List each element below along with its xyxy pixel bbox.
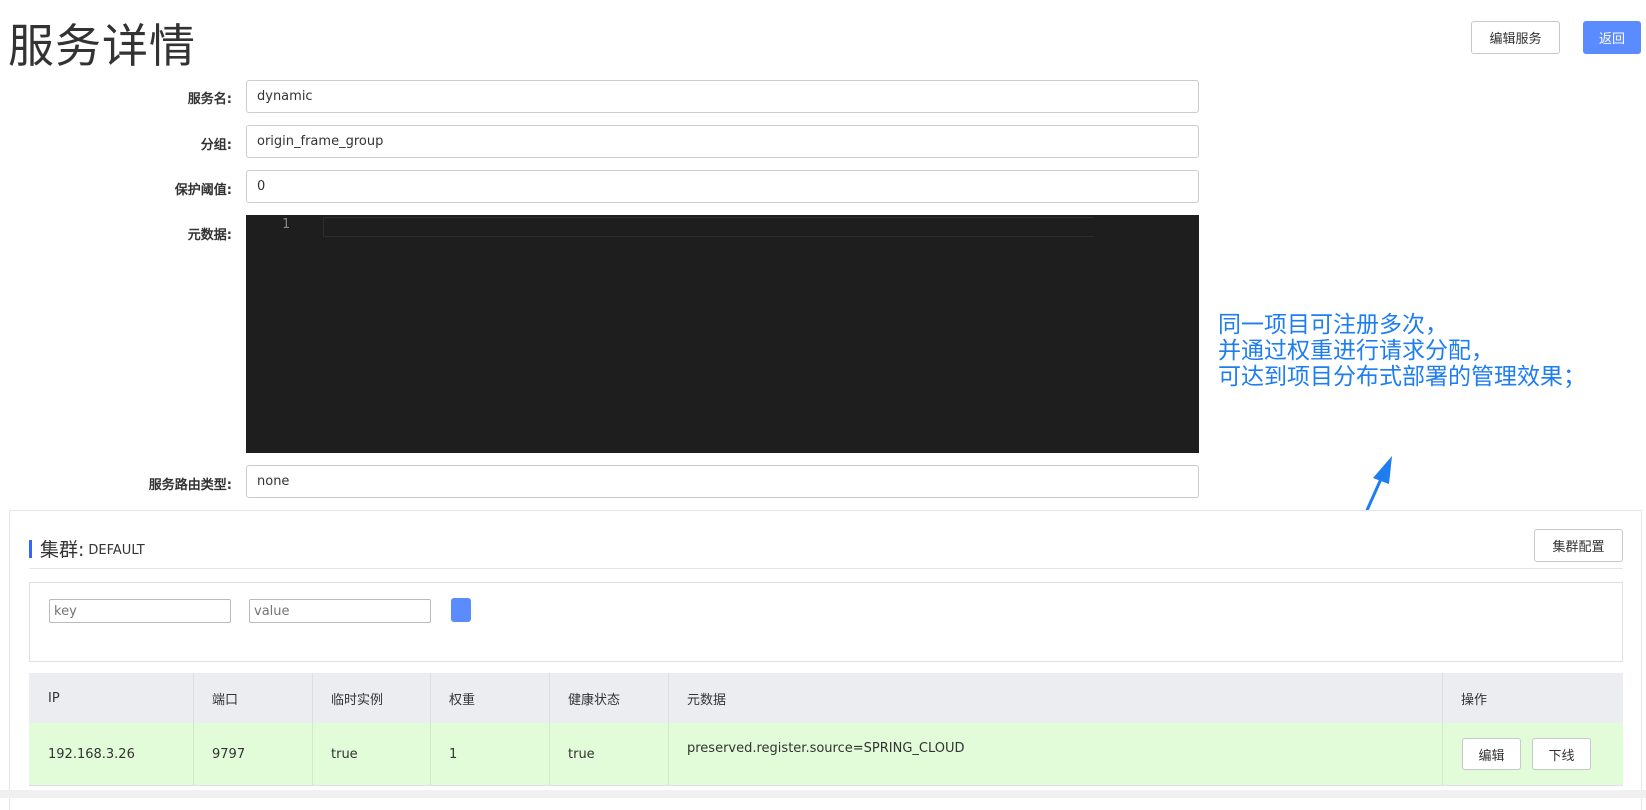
cluster-title: 集群: <box>40 539 85 561</box>
back-button[interactable]: 返回 <box>1583 21 1641 54</box>
cluster-name: DEFAULT <box>88 543 145 558</box>
col-port: 端口 <box>212 692 239 708</box>
col-metadata: 元数据 <box>687 692 727 708</box>
editor-line-number: 1 <box>282 217 290 232</box>
editor-current-line <box>323 217 1094 237</box>
col-weight: 权重 <box>449 692 476 708</box>
cluster-header: 集群: DEFAULT <box>29 535 145 562</box>
instance-offline-button[interactable]: 下线 <box>1532 738 1591 770</box>
cluster-config-button[interactable]: 集群配置 <box>1534 529 1623 562</box>
metadata-label: 元数据: <box>187 228 232 243</box>
cluster-panel: 集群: DEFAULT 集群配置 IP 端口 临时实例 权重 健康状态 元数据 … <box>9 510 1642 810</box>
table-header: IP 端口 临时实例 权重 健康状态 元数据 操作 <box>29 673 1623 723</box>
col-actions: 操作 <box>1461 692 1488 708</box>
col-ip: IP <box>48 690 60 706</box>
service-name-field[interactable]: dynamic <box>246 80 1199 113</box>
row-weight: 1 <box>449 746 458 762</box>
page-title: 服务详情 <box>8 19 196 73</box>
horizontal-scrollbar[interactable] <box>0 790 1646 798</box>
annotation-text: 同一项目可注册多次， 并通过权重进行请求分配， 可达到项目分布式部署的管理效果； <box>1218 312 1586 390</box>
annotation-line-3: 可达到项目分布式部署的管理效果； <box>1218 364 1586 390</box>
cluster-divider <box>29 568 1623 569</box>
route-type-label: 服务路由类型: <box>148 478 232 493</box>
row-port: 9797 <box>212 746 246 762</box>
row-healthy: true <box>568 746 595 762</box>
row-ephemeral: true <box>331 746 358 762</box>
threshold-field[interactable]: 0 <box>246 170 1199 203</box>
group-label: 分组: <box>200 138 232 153</box>
row-sep <box>1442 723 1443 785</box>
edit-service-button[interactable]: 编辑服务 <box>1471 21 1560 54</box>
instances-table: IP 端口 临时实例 权重 健康状态 元数据 操作 192.168.3.26 9… <box>29 673 1623 786</box>
route-type-field[interactable]: none <box>246 465 1199 498</box>
col-ephemeral: 临时实例 <box>331 692 384 708</box>
annotation-line-1: 同一项目可注册多次， <box>1218 312 1448 338</box>
table-row: 192.168.3.26 9797 true 1 true preserved.… <box>29 723 1623 786</box>
service-name-label: 服务名: <box>187 92 232 107</box>
instance-edit-button[interactable]: 编辑 <box>1462 738 1521 770</box>
cluster-accent-bar <box>29 539 32 558</box>
filter-key-input[interactable] <box>49 599 231 623</box>
col-healthy: 健康状态 <box>568 692 621 708</box>
filter-box <box>29 582 1623 662</box>
row-ip: 192.168.3.26 <box>48 746 135 762</box>
arrow-head <box>1373 456 1392 484</box>
group-field[interactable]: origin_frame_group <box>246 125 1199 158</box>
filter-value-input[interactable] <box>249 599 431 623</box>
annotation-line-2: 并通过权重进行请求分配， <box>1218 338 1494 364</box>
threshold-label: 保护阈值: <box>174 183 232 198</box>
metadata-editor[interactable]: 1 <box>246 215 1199 453</box>
filter-add-button[interactable] <box>451 598 471 622</box>
row-metadata: preserved.register.source=SPRING_CLOUD <box>687 741 965 756</box>
